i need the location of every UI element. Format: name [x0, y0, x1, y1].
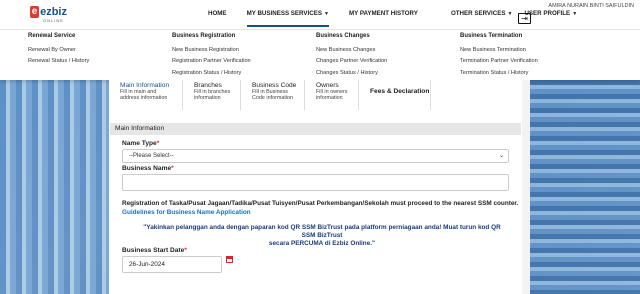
- menu-item-termination-status[interactable]: Termination Status / History: [460, 70, 538, 76]
- menu-item-new-registration[interactable]: New Business Registration: [172, 47, 251, 53]
- logo-e-icon: e: [30, 6, 40, 18]
- step-main-information[interactable]: Main Information Fill in main and addres…: [109, 80, 183, 110]
- name-type-select[interactable]: --Please Select-- ⌄: [122, 149, 509, 163]
- chevron-down-icon: ▼: [323, 11, 329, 17]
- step-title: Fees & Declaration: [370, 88, 430, 95]
- dropdown-heading: Business Changes: [316, 33, 370, 39]
- user-name: AMIRA NURAIN BINTI SAIFULDIN: [548, 3, 634, 9]
- dropdown-heading: Business Termination: [460, 33, 523, 39]
- step-desc: information: [194, 95, 221, 102]
- nav-user-profile[interactable]: USER PROFILE ▼: [524, 10, 577, 27]
- logout-icon[interactable]: ⇥: [518, 13, 531, 24]
- dropdown-heading: Business Registration: [172, 33, 236, 39]
- background-building-right: [522, 80, 640, 294]
- menu-item-new-changes[interactable]: New Business Changes: [316, 47, 387, 53]
- nav-other-services[interactable]: OTHER SERVICES ▼: [451, 10, 513, 27]
- step-title: Branches: [194, 82, 222, 89]
- nav-my-payment-history[interactable]: MY PAYMENT HISTORY: [349, 10, 418, 27]
- step-title: Owners: [316, 82, 339, 89]
- business-name-input[interactable]: [122, 174, 509, 191]
- step-branches[interactable]: Branches Fill in branches information: [183, 80, 241, 110]
- step-owners[interactable]: Owners Fill in owners information: [305, 80, 359, 110]
- business-services-dropdown: Renewal Service Renewal By Owner Renewal…: [0, 30, 640, 80]
- page-scroll-gutter: [522, 80, 530, 294]
- dropdown-column-termination: Business Termination New Business Termin…: [460, 33, 538, 81]
- menu-item-changes-verification[interactable]: Changes Partner Verification: [316, 58, 387, 64]
- business-name-label: Business Name*: [122, 165, 174, 172]
- promo-line-2: secara PERCUMA di Ezbiz Online.": [268, 240, 376, 247]
- top-navbar: e ezbiz ONLINE HOME MY BUSINESS SERVICES…: [0, 0, 640, 30]
- calendar-icon[interactable]: [226, 256, 233, 263]
- wizard-steps: Main Information Fill in main and addres…: [109, 80, 522, 112]
- menu-item-renewal-status[interactable]: Renewal Status / History: [28, 58, 89, 64]
- menu-item-changes-status[interactable]: Changes Status / History: [316, 70, 387, 76]
- section-header-main-information: Main Information: [110, 123, 521, 135]
- ezbiz-logo[interactable]: e ezbiz ONLINE: [30, 6, 67, 24]
- step-title: Main Information: [120, 82, 170, 89]
- guidelines-link[interactable]: Guidelines for Business Name Application: [122, 209, 251, 216]
- step-desc: Code information: [252, 95, 294, 102]
- dropdown-column-registration: Business Registration New Business Regis…: [172, 33, 251, 81]
- nav-my-business-services[interactable]: MY BUSINESS SERVICES ▼: [246, 10, 329, 27]
- promo-line-1: "Yakinkan pelanggan anda dengan paparan …: [143, 224, 501, 239]
- menu-item-termination-verification[interactable]: Termination Partner Verification: [460, 58, 538, 64]
- dropdown-column-changes: Business Changes New Business Changes Ch…: [316, 33, 387, 81]
- step-desc: information: [316, 95, 343, 102]
- menu-item-registration-verification[interactable]: Registration Partner Verification: [172, 58, 251, 64]
- chevron-down-icon: ▼: [507, 11, 513, 17]
- menu-item-renewal-by-owner[interactable]: Renewal By Owner: [28, 47, 89, 53]
- menu-item-registration-status[interactable]: Registration Status / History: [172, 70, 251, 76]
- menu-item-new-termination[interactable]: New Business Termination: [460, 47, 538, 53]
- business-start-date-input[interactable]: 26-Jun-2024: [122, 256, 222, 273]
- step-desc: address information: [120, 95, 168, 102]
- qr-promo-text: "Yakinkan pelanggan anda dengan paparan …: [142, 224, 502, 248]
- dropdown-column-renewal: Renewal Service Renewal By Owner Renewal…: [28, 33, 89, 70]
- name-type-label: Name Type*: [122, 140, 160, 147]
- dropdown-heading: Renewal Service: [28, 33, 76, 39]
- registration-notice: Registration of Taska/Pusat Jagaan/Tadik…: [122, 200, 519, 207]
- background-building-left: [0, 80, 110, 294]
- chevron-down-icon: ⌄: [498, 153, 504, 159]
- chevron-down-icon: ▼: [572, 11, 578, 17]
- step-fees-declaration[interactable]: Fees & Declaration: [359, 80, 431, 110]
- logo-text: ezbiz: [40, 6, 67, 18]
- logo-subtext: ONLINE: [43, 18, 64, 23]
- nav-home[interactable]: HOME: [208, 10, 227, 27]
- step-title: Business Code: [252, 82, 297, 89]
- business-start-date-label: Business Start Date*: [122, 247, 187, 254]
- step-business-code[interactable]: Business Code Fill in Business Code info…: [241, 80, 305, 110]
